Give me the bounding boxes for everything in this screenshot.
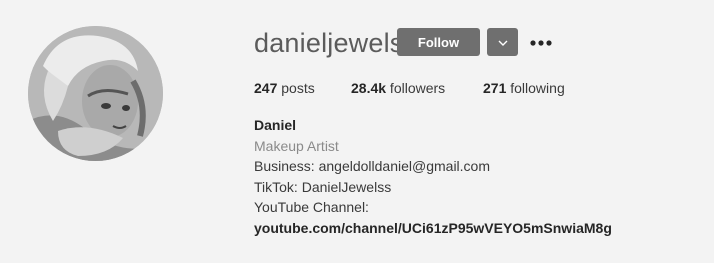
- bio-youtube-line: YouTube Channel:: [254, 199, 369, 215]
- posts-count: 247: [254, 80, 278, 96]
- following-count: 271: [483, 80, 507, 96]
- followers-stat[interactable]: 28.4k followers: [351, 79, 445, 97]
- profile-username: danieljewels: [254, 28, 404, 58]
- bio-tiktok-line: TikTok: DanielJewelss: [254, 178, 392, 195]
- chevron-down-icon: [498, 33, 508, 51]
- posts-label: posts: [277, 80, 315, 96]
- more-options-button[interactable]: [529, 34, 553, 50]
- followers-count: 28.4k: [351, 80, 387, 96]
- bio-business-line: Business: angeldolldaniel@gmail.com: [254, 158, 491, 174]
- profile-website-link[interactable]: youtube.com/channel/UCi61zP95wVEYO5mSnwi…: [254, 218, 612, 239]
- profile-bio: Daniel Makeup Artist Business: angeldoll…: [254, 115, 612, 238]
- follow-button[interactable]: Follow: [397, 28, 480, 56]
- profile-avatar[interactable]: [28, 26, 163, 161]
- following-stat[interactable]: 271 following: [483, 79, 565, 97]
- following-label: following: [506, 80, 565, 96]
- profile-category: Makeup Artist: [254, 137, 339, 154]
- suggested-accounts-dropdown-button[interactable]: [487, 28, 518, 56]
- posts-stat[interactable]: 247 posts: [254, 79, 315, 97]
- profile-full-name: Daniel: [254, 117, 297, 133]
- followers-label: followers: [386, 80, 446, 96]
- more-options-icon: [530, 33, 552, 51]
